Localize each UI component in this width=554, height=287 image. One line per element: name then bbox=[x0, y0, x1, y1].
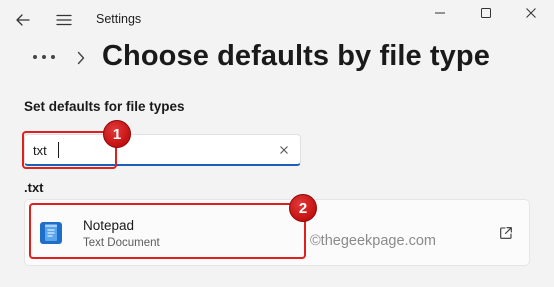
window-title: Settings bbox=[96, 12, 142, 26]
back-arrow-icon bbox=[16, 14, 30, 26]
annotation-highlight-app bbox=[29, 203, 306, 259]
more-dots-icon bbox=[33, 55, 55, 59]
clear-icon bbox=[280, 146, 288, 154]
open-external-button[interactable] bbox=[497, 224, 515, 242]
breadcrumb-separator bbox=[74, 47, 88, 69]
close-button[interactable] bbox=[508, 0, 554, 26]
file-extension-label: .txt bbox=[24, 180, 44, 195]
page-title: Choose defaults by file type bbox=[102, 40, 490, 72]
section-heading: Set defaults for file types bbox=[24, 99, 185, 114]
breadcrumb-overflow-button[interactable] bbox=[30, 42, 58, 72]
hamburger-menu-icon bbox=[56, 14, 72, 26]
annotation-step-1-badge: 1 bbox=[103, 120, 131, 148]
minimize-button[interactable] bbox=[420, 0, 460, 26]
chevron-right-icon bbox=[77, 51, 85, 65]
minimize-icon bbox=[435, 12, 445, 14]
open-external-icon bbox=[500, 227, 512, 239]
maximize-button[interactable] bbox=[466, 0, 506, 26]
clear-search-button[interactable] bbox=[274, 140, 294, 160]
navigation-menu-button[interactable] bbox=[49, 8, 79, 32]
maximize-icon bbox=[481, 8, 491, 18]
back-button[interactable] bbox=[8, 8, 38, 32]
watermark: ©thegeekpage.com bbox=[310, 233, 436, 249]
annotation-step-2-badge: 2 bbox=[289, 194, 317, 222]
close-icon bbox=[526, 8, 536, 18]
